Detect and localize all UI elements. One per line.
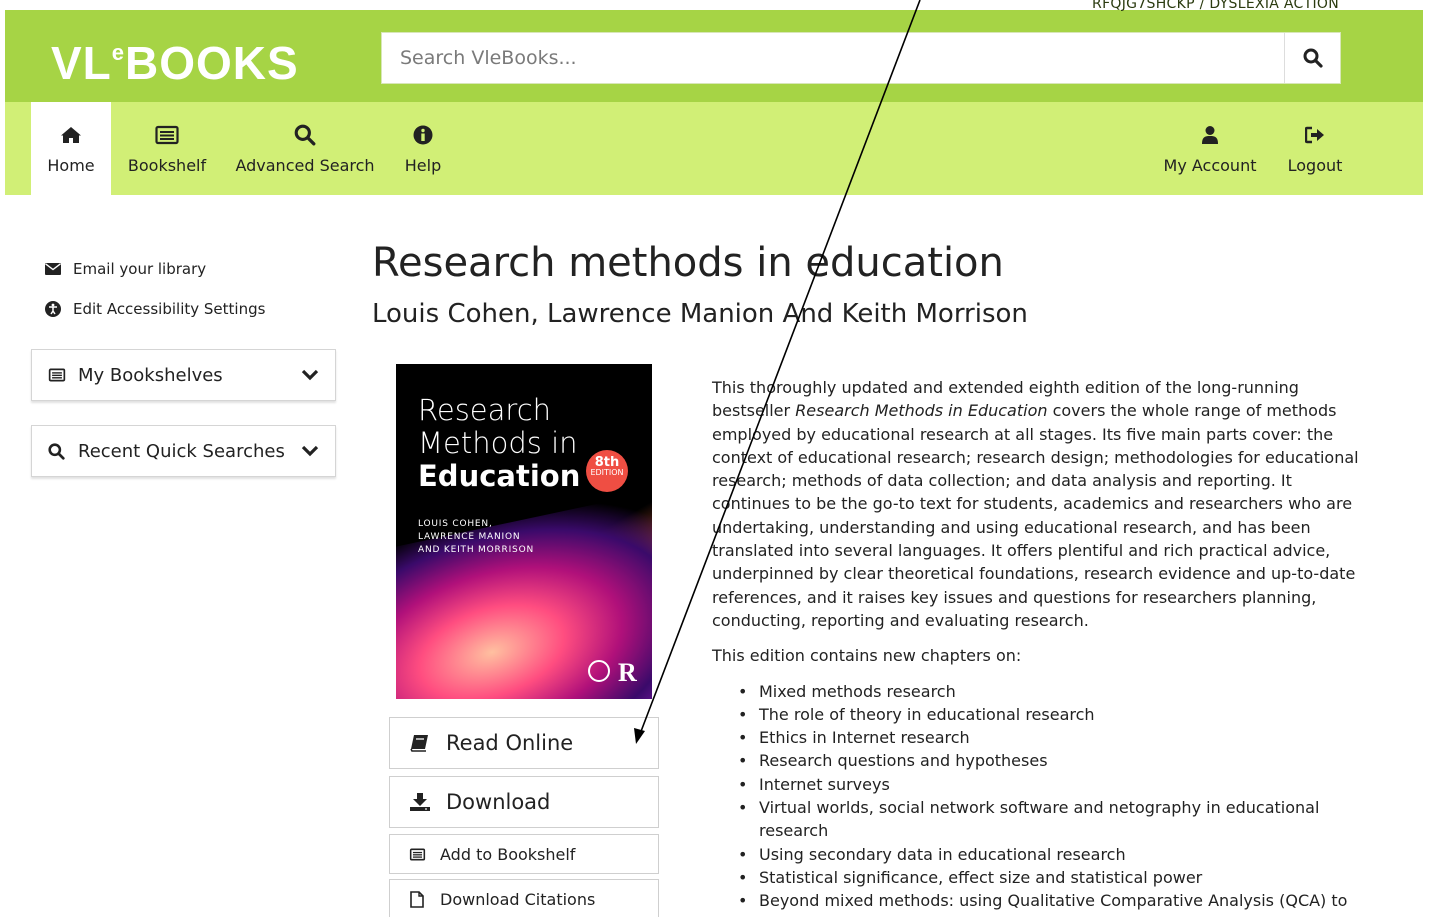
description-chapters-intro: This edition contains new chapters on: <box>712 646 1022 666</box>
search-icon <box>1303 48 1323 68</box>
search-button[interactable] <box>1284 33 1340 83</box>
book-cover-image: Research Methods in Education 8th EDITIO… <box>396 364 652 699</box>
book-icon <box>410 735 428 752</box>
document-icon <box>410 890 424 908</box>
recent-searches-label: Recent Quick Searches <box>78 440 285 462</box>
nav-advanced-search-label: Advanced Search <box>235 156 375 175</box>
nav-home-label: Home <box>47 156 95 175</box>
list-item: Ethics in Internet research <box>738 726 1362 750</box>
download-label: Download <box>446 790 551 814</box>
book-description: This thoroughly updated and extended eig… <box>712 376 1362 913</box>
download-icon <box>410 793 430 811</box>
cover-title: Research Methods in Education <box>418 393 581 493</box>
nav-help[interactable]: Help <box>395 102 451 195</box>
top-header: RFQJG7SHCKP / DYSLEXIA ACTION VLeBOOKS <box>5 0 1423 102</box>
nav-home[interactable]: Home <box>31 102 111 195</box>
edition-badge: 8th EDITION <box>586 450 628 492</box>
search-icon <box>294 124 316 146</box>
accessibility-settings-link[interactable]: Edit Accessibility Settings <box>44 300 265 318</box>
search-icon <box>48 442 65 460</box>
list-item: The role of theory in educational resear… <box>738 703 1362 727</box>
download-citations-label: Download Citations <box>440 889 596 909</box>
bookshelf-icon <box>409 848 425 860</box>
cover-authors: LOUIS COHEN, LAWRENCE MANION AND KEITH M… <box>418 519 534 555</box>
nav-bookshelf-label: Bookshelf <box>127 156 207 175</box>
bookshelf-icon <box>155 125 179 145</box>
main-nav: Home Bookshelf Advanced Search Help My A… <box>5 102 1423 195</box>
nav-advanced-search[interactable]: Advanced Search <box>235 102 375 195</box>
list-item: Statistical significance, effect size an… <box>738 866 1362 890</box>
description-paragraph: This thoroughly updated and extended eig… <box>712 378 1359 630</box>
list-item: Mixed methods research <box>738 680 1362 704</box>
list-item: Virtual worlds, social network software … <box>738 796 1362 843</box>
chevron-down-icon <box>301 369 319 381</box>
read-online-button[interactable]: Read Online <box>389 717 659 769</box>
nav-bookshelf[interactable]: Bookshelf <box>127 102 207 195</box>
nav-help-label: Help <box>404 156 442 175</box>
logout-icon <box>1305 126 1324 144</box>
accessibility-settings-label: Edit Accessibility Settings <box>73 300 266 318</box>
new-chapters-list: Mixed methods research The role of theor… <box>712 680 1362 913</box>
search-bar <box>381 32 1341 84</box>
nav-logout[interactable]: Logout <box>1285 102 1345 195</box>
add-to-bookshelf-label: Add to Bookshelf <box>440 844 576 864</box>
read-online-label: Read Online <box>446 731 574 755</box>
list-item: Research questions and hypotheses <box>738 749 1362 773</box>
user-icon <box>1202 126 1218 144</box>
add-to-bookshelf-button[interactable]: Add to Bookshelf <box>389 834 659 874</box>
bookshelf-icon <box>48 368 66 382</box>
info-icon <box>413 125 433 145</box>
book-title: Research methods in education <box>372 240 1004 286</box>
list-item: Using secondary data in educational rese… <box>738 843 1362 867</box>
envelope-icon <box>45 263 61 275</box>
home-icon <box>61 127 81 143</box>
list-item: Internet surveys <box>738 773 1362 797</box>
email-library-label: Email your library <box>73 260 207 278</box>
account-info: RFQJG7SHCKP / DYSLEXIA ACTION <box>1092 0 1339 12</box>
my-bookshelves-label: My Bookshelves <box>78 364 223 386</box>
email-library-link[interactable]: Email your library <box>44 260 206 278</box>
publisher-seal-icon <box>588 660 610 682</box>
vlebooks-logo[interactable]: VLeBOOKS <box>51 36 299 90</box>
chevron-down-icon <box>301 445 319 457</box>
book-authors: Louis Cohen, Lawrence Manion And Keith M… <box>372 299 1028 329</box>
accessibility-icon <box>45 301 61 317</box>
nav-my-account-label: My Account <box>1163 156 1257 175</box>
nav-my-account[interactable]: My Account <box>1160 102 1260 195</box>
download-button[interactable]: Download <box>389 776 659 828</box>
my-bookshelves-panel[interactable]: My Bookshelves <box>31 349 336 401</box>
list-item: Beyond mixed methods: using Qualitative … <box>738 889 1362 913</box>
publisher-logo: R <box>618 658 637 687</box>
search-input[interactable] <box>382 33 1284 83</box>
recent-searches-panel[interactable]: Recent Quick Searches <box>31 425 336 477</box>
nav-logout-label: Logout <box>1287 156 1343 175</box>
download-citations-button[interactable]: Download Citations <box>389 879 659 917</box>
cover-artwork <box>396 482 652 699</box>
